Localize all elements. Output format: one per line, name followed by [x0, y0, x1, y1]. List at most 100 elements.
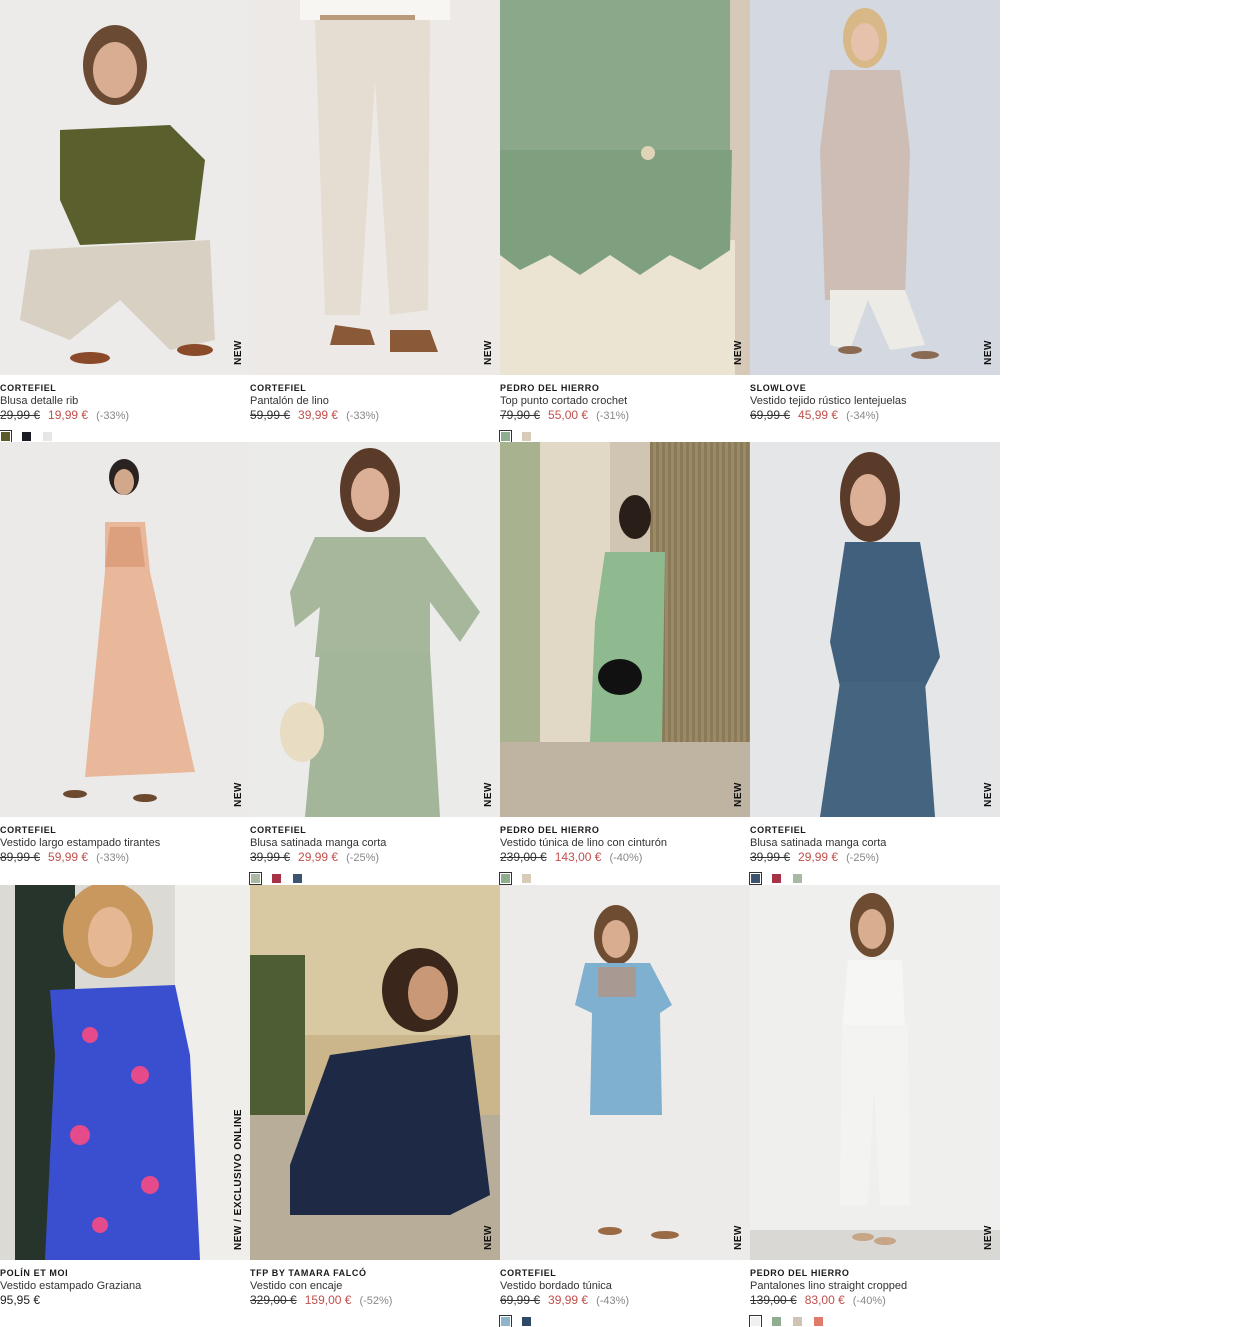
color-swatch[interactable]: [792, 1316, 803, 1327]
product-image[interactable]: NEW: [500, 442, 750, 817]
color-swatch[interactable]: [271, 873, 282, 884]
price-line: 79,90 € 55,00 € (-31%): [500, 408, 750, 424]
color-swatch[interactable]: [771, 1316, 782, 1327]
price-line: 39,99 € 29,99 € (-25%): [750, 850, 1000, 866]
color-swatches: [249, 872, 303, 885]
new-badge: NEW: [733, 1225, 744, 1250]
discount-label: (-33%): [96, 852, 130, 864]
product-image[interactable]: NEW: [250, 442, 500, 817]
product-card[interactable]: NEW TFP BY TAMARA FALCÓ Vestido con enca…: [250, 885, 500, 1327]
new-badge: NEW: [983, 782, 994, 807]
product-info: CORTEFIEL Vestido largo estampado tirant…: [0, 824, 250, 866]
color-swatch[interactable]: [749, 872, 762, 885]
color-swatch[interactable]: [0, 430, 12, 443]
product-name[interactable]: Vestido estampado Graziana: [0, 1279, 250, 1293]
product-brand: CORTEFIEL: [250, 825, 307, 835]
discount-label: (-31%): [596, 410, 630, 422]
color-swatch[interactable]: [521, 431, 532, 442]
product-name[interactable]: Top punto cortado crochet: [500, 394, 750, 408]
price-line: 239,00 € 143,00 € (-40%): [500, 850, 750, 866]
product-brand: CORTEFIEL: [500, 1268, 557, 1278]
product-image[interactable]: NEW: [500, 0, 750, 375]
product-card[interactable]: NEW CORTEFIEL Vestido bordado túnica 69,…: [499, 885, 750, 1327]
product-image[interactable]: NEW / EXCLUSIVO ONLINE: [0, 885, 250, 1260]
product-info: CORTEFIEL Pantalón de lino 59,99 € 39,99 …: [250, 382, 500, 424]
product-name[interactable]: Pantalones lino straight cropped: [750, 1279, 1000, 1293]
product-name[interactable]: Vestido largo estampado tirantes: [0, 836, 250, 850]
product-info: CORTEFIEL Blusa satinada manga corta 39,…: [250, 824, 500, 866]
color-swatch[interactable]: [499, 430, 512, 443]
product-name[interactable]: Vestido tejido rústico lentejuelas: [750, 394, 1000, 408]
price-line: 89,99 € 59,99 € (-33%): [0, 850, 250, 866]
new-badge: NEW: [483, 782, 494, 807]
product-card[interactable]: NEW CORTEFIEL Vestido largo estampado ti…: [0, 442, 250, 884]
product-name[interactable]: Vestido bordado túnica: [500, 1279, 750, 1293]
price-line: 59,99 € 39,99 € (-33%): [250, 408, 500, 424]
product-image[interactable]: NEW: [250, 885, 500, 1260]
product-image[interactable]: NEW: [750, 0, 1000, 375]
product-name[interactable]: Blusa satinada manga corta: [250, 836, 500, 850]
price-line: 69,99 € 45,99 € (-34%): [750, 408, 1000, 424]
new-exclusive-badge: NEW / EXCLUSIVO ONLINE: [233, 1108, 244, 1250]
original-price: 39,99 €: [750, 850, 791, 864]
product-image[interactable]: NEW: [0, 0, 250, 375]
sale-price: 39,99 €: [548, 1293, 589, 1307]
color-swatch[interactable]: [749, 1315, 762, 1327]
color-swatch[interactable]: [771, 873, 782, 884]
color-swatch[interactable]: [792, 873, 803, 884]
product-name[interactable]: Blusa detalle rib: [0, 394, 250, 408]
price: 95,95 €: [0, 1293, 41, 1307]
product-info: SLOWLOVE Vestido tejido rústico lentejue…: [750, 382, 1000, 424]
price-line: 69,99 € 39,99 € (-43%): [500, 1293, 750, 1309]
color-swatch[interactable]: [21, 431, 32, 442]
discount-label: (-25%): [846, 852, 880, 864]
product-brand: PEDRO DEL HIERRO: [750, 1268, 850, 1278]
product-image[interactable]: NEW: [750, 885, 1000, 1260]
product-image[interactable]: NEW: [500, 885, 750, 1260]
original-price: 29,99 €: [0, 408, 41, 422]
product-info: PEDRO DEL HIERRO Pantalones lino straigh…: [750, 1267, 1000, 1309]
product-card[interactable]: NEW / EXCLUSIVO ONLINE POLÍN ET MOI Vest…: [0, 885, 250, 1327]
product-brand: CORTEFIEL: [0, 825, 57, 835]
product-card[interactable]: NEW CORTEFIEL Pantalón de lino 59,99 € 39…: [250, 0, 500, 442]
color-swatch[interactable]: [292, 873, 303, 884]
product-name[interactable]: Vestido con encaje: [250, 1279, 500, 1293]
product-card[interactable]: NEW PEDRO DEL HIERRO Pantalones lino str…: [749, 885, 1000, 1327]
color-swatch[interactable]: [499, 872, 512, 885]
sale-price: 159,00 €: [304, 1293, 352, 1307]
original-price: 139,00 €: [750, 1293, 797, 1307]
discount-label: (-25%): [346, 852, 380, 864]
product-name[interactable]: Vestido túnica de lino con cinturón: [500, 836, 750, 850]
product-card[interactable]: NEW CORTEFIEL Blusa satinada manga corta…: [749, 442, 1000, 885]
color-swatch[interactable]: [499, 1315, 512, 1327]
product-card[interactable]: NEW CORTEFIEL Blusa satinada manga corta…: [249, 442, 500, 885]
discount-label: (-40%): [852, 1295, 886, 1307]
product-name[interactable]: Pantalón de lino: [250, 394, 500, 408]
product-card[interactable]: NEW SLOWLOVE Vestido tejido rústico lent…: [750, 0, 1000, 442]
sale-price: 83,00 €: [804, 1293, 845, 1307]
color-swatch[interactable]: [521, 1316, 532, 1327]
product-image[interactable]: NEW: [250, 0, 500, 375]
color-swatch[interactable]: [42, 431, 53, 442]
sale-price: 143,00 €: [554, 850, 602, 864]
product-brand: CORTEFIEL: [250, 383, 307, 393]
new-badge: NEW: [233, 782, 244, 807]
discount-label: (-33%): [96, 410, 130, 422]
color-swatch[interactable]: [521, 873, 532, 884]
product-image[interactable]: NEW: [0, 442, 250, 817]
sale-price: 55,00 €: [548, 408, 589, 422]
product-card[interactable]: NEW PEDRO DEL HIERRO Top punto cortado c…: [499, 0, 750, 443]
color-swatch[interactable]: [249, 872, 262, 885]
product-name[interactable]: Blusa satinada manga corta: [750, 836, 1000, 850]
sale-price: 39,99 €: [298, 408, 339, 422]
product-card[interactable]: NEW CORTEFIEL Blusa detalle rib 29,99 € 1…: [0, 0, 250, 443]
new-badge: NEW: [983, 1225, 994, 1250]
new-badge: NEW: [983, 340, 994, 365]
product-info: PEDRO DEL HIERRO Vestido túnica de lino …: [500, 824, 750, 866]
product-card[interactable]: NEW PEDRO DEL HIERRO Vestido túnica de l…: [499, 442, 750, 885]
product-brand: PEDRO DEL HIERRO: [500, 383, 600, 393]
product-info: POLÍN ET MOI Vestido estampado Graziana …: [0, 1267, 250, 1308]
sale-price: 45,99 €: [798, 408, 839, 422]
color-swatch[interactable]: [813, 1316, 824, 1327]
product-image[interactable]: NEW: [750, 442, 1000, 817]
